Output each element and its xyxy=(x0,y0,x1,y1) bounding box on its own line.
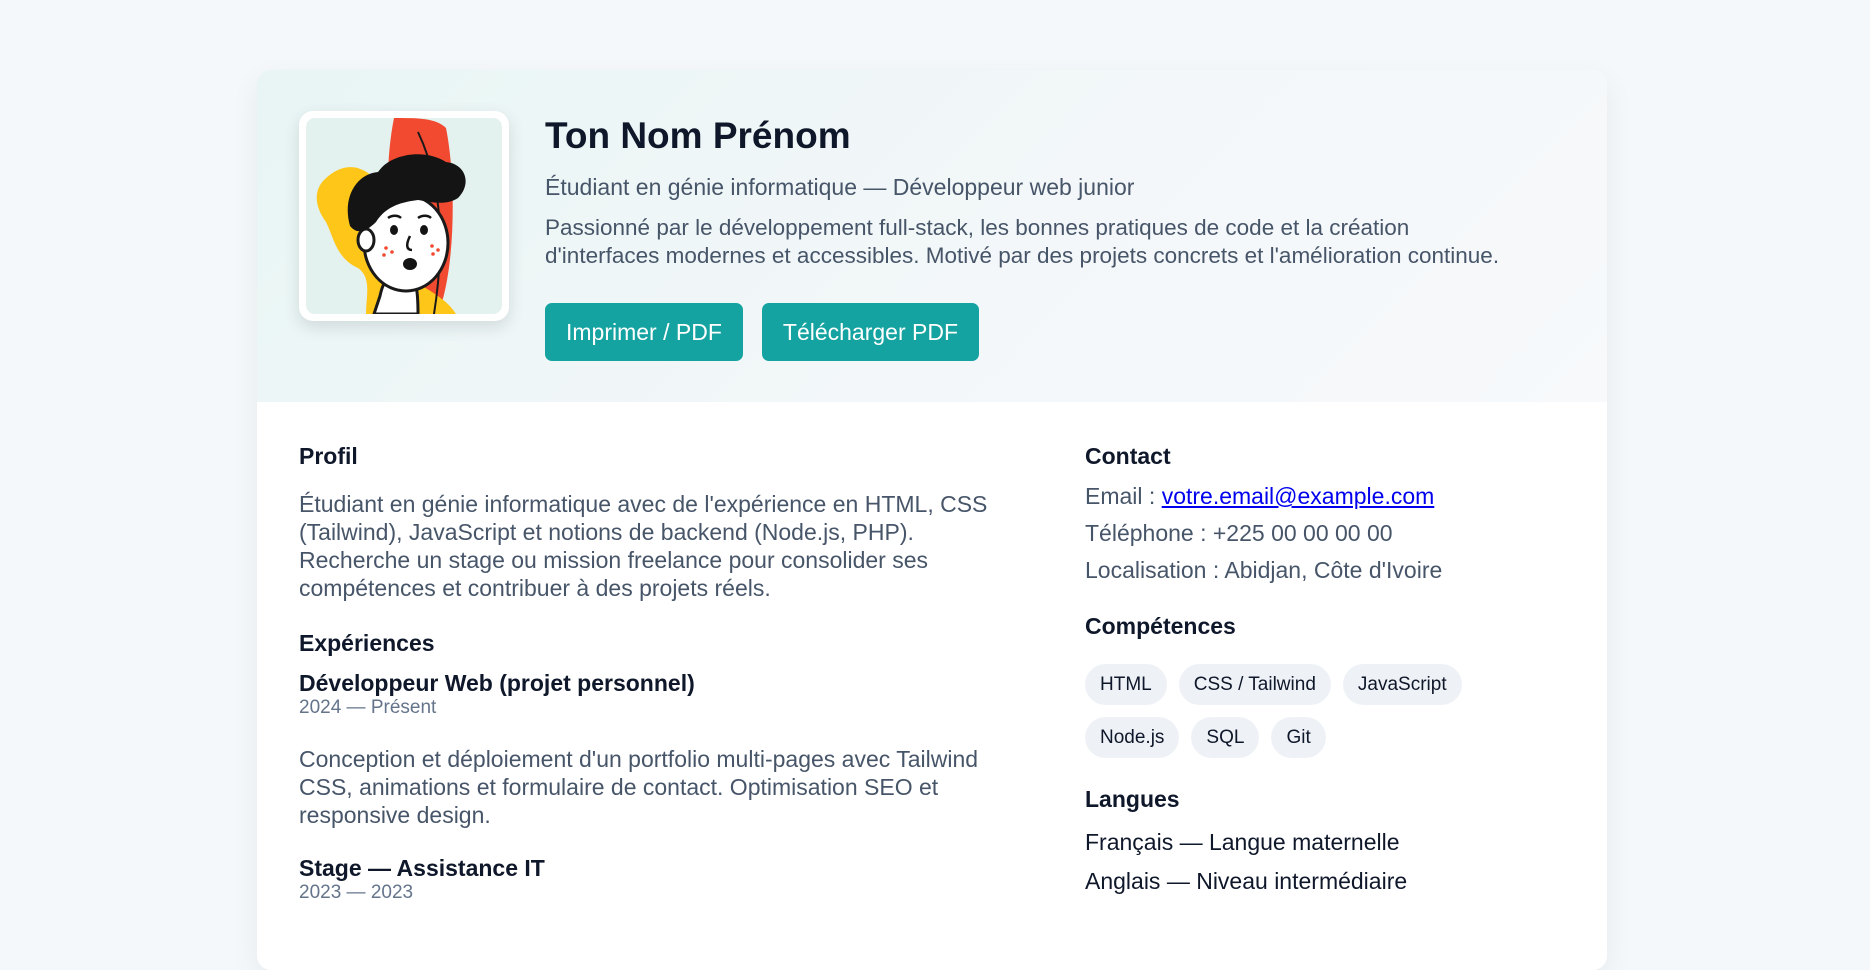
cv-card: Ton Nom Prénom Étudiant en génie informa… xyxy=(257,70,1607,970)
skill-tag: SQL xyxy=(1191,717,1260,758)
skills-heading: Compétences xyxy=(1085,613,1236,639)
intro-line: d'interfaces modernes et accessibles. Mo… xyxy=(545,243,1500,268)
intro-line: Passionné par le développement full-stac… xyxy=(545,215,1410,240)
skills-tags: HTML CSS / Tailwind JavaScript Node.js S… xyxy=(1085,664,1505,758)
profile-line: Étudiant en génie informatique avec de l… xyxy=(299,491,988,517)
profile-line: (Tailwind), JavaScript et notions de bac… xyxy=(299,519,914,545)
page-title: Ton Nom Prénom xyxy=(545,115,851,156)
contact-phone: Téléphone : +225 00 00 00 00 xyxy=(1085,520,1393,546)
languages-list: Français — Langue maternelle Anglais — N… xyxy=(1085,823,1565,901)
language-item: Anglais — Niveau intermédiaire xyxy=(1085,868,1408,894)
intro-text: Passionné par le développement full-stac… xyxy=(545,214,1585,270)
profile-line: compétences et contribuer à des projets … xyxy=(299,575,771,601)
main-column: Profil Étudiant en génie informatique av… xyxy=(299,442,1029,904)
experience-date: 2024 — Présent xyxy=(299,697,437,718)
avatar xyxy=(299,111,509,321)
profile-text: Étudiant en génie informatique avec de l… xyxy=(299,490,1029,602)
experience-line: Conception et déploiement d'un portfolio… xyxy=(299,746,979,772)
action-buttons: Imprimer / PDF Télécharger PDF xyxy=(545,303,980,361)
contact-list: Email : votre.email@example.com Téléphon… xyxy=(1085,478,1565,589)
experience-description: Conception et déploiement d'un portfolio… xyxy=(299,745,1029,829)
avatar-illustration-icon xyxy=(306,118,502,314)
experience-title: Stage — Assistance IT xyxy=(299,855,545,881)
download-pdf-button[interactable]: Télécharger PDF xyxy=(761,303,980,361)
experience-date: 2023 — 2023 xyxy=(299,882,414,903)
email-link[interactable]: votre.email@example.com xyxy=(1162,483,1435,509)
skill-tag: JavaScript xyxy=(1342,664,1462,705)
print-pdf-button[interactable]: Imprimer / PDF xyxy=(545,303,743,361)
email-label: Email : xyxy=(1085,483,1162,509)
profile-line: Recherche un stage ou mission freelance … xyxy=(299,547,929,573)
skill-tag: HTML xyxy=(1085,664,1167,705)
job-subtitle: Étudiant en génie informatique — Dévelop… xyxy=(545,174,1135,200)
skill-tag: CSS / Tailwind xyxy=(1178,664,1331,705)
experience-title: Développeur Web (projet personnel) xyxy=(299,670,695,696)
experiences-heading: Expériences xyxy=(299,630,435,656)
experience-line: CSS, animations et formulaire de contact… xyxy=(299,774,939,800)
contact-heading: Contact xyxy=(1085,443,1171,469)
experience-item: Développeur Web (projet personnel) 2024 … xyxy=(299,669,1029,829)
skill-tag: Node.js xyxy=(1085,717,1180,758)
experience-line: responsive design. xyxy=(299,802,491,828)
contact-location: Localisation : Abidjan, Côte d'Ivoire xyxy=(1085,557,1443,583)
sidebar-column: Contact Email : votre.email@example.com … xyxy=(1085,442,1565,901)
languages-heading: Langues xyxy=(1085,786,1180,812)
contact-email: Email : votre.email@example.com xyxy=(1085,478,1565,515)
header-info: Ton Nom Prénom Étudiant en génie informa… xyxy=(545,108,1585,270)
profile-heading: Profil xyxy=(299,443,358,469)
cv-header: Ton Nom Prénom Étudiant en génie informa… xyxy=(257,70,1607,402)
skill-tag: Git xyxy=(1271,717,1326,758)
language-item: Français — Langue maternelle xyxy=(1085,829,1400,855)
